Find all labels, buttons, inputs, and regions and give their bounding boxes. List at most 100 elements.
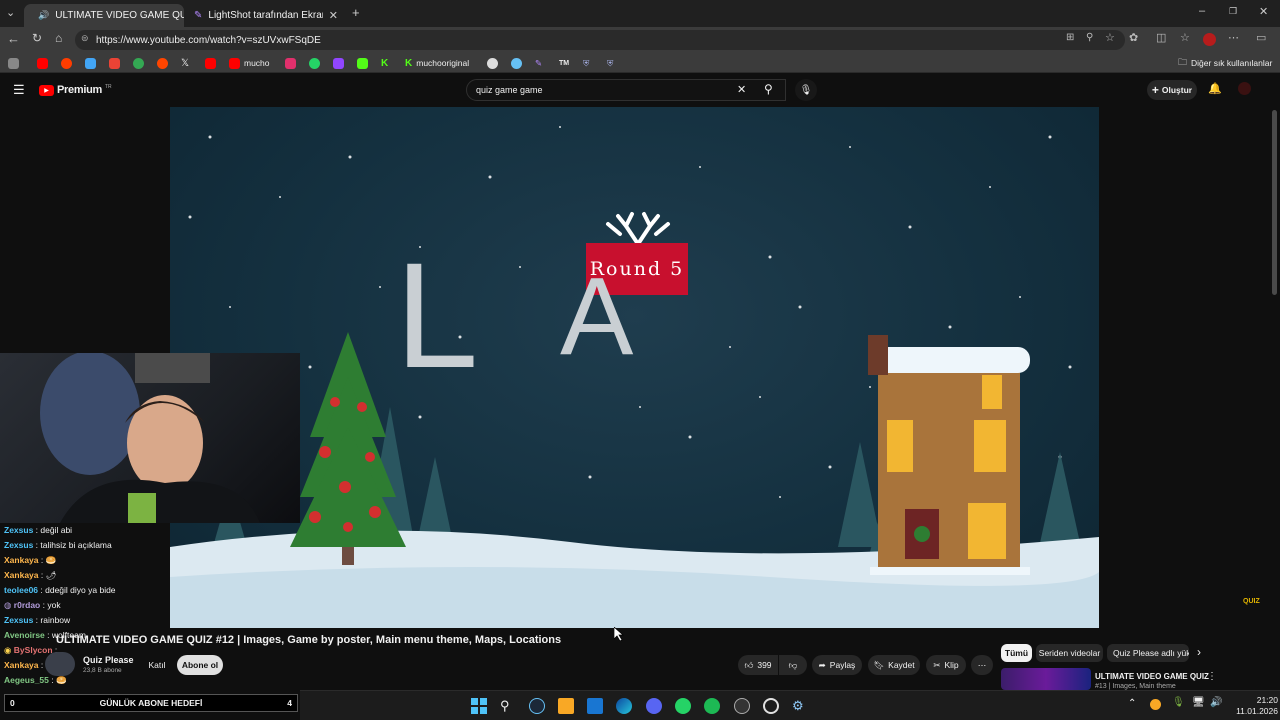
bookmark-item[interactable] <box>357 56 368 70</box>
video-player[interactable]: Round 5 L A QUIZ <box>170 107 1099 628</box>
network-icon[interactable]: 🖥 <box>1192 697 1205 708</box>
bookmark-item[interactable] <box>133 56 144 70</box>
tray-app-icon[interactable] <box>1150 699 1161 710</box>
bookmark-item[interactable] <box>333 56 344 70</box>
chip-uploads[interactable]: Quiz Please adlı yükle <box>1107 644 1189 662</box>
chatgpt-icon[interactable] <box>763 698 779 714</box>
notifications-bell-icon[interactable]: 🔔 <box>1208 82 1222 95</box>
bookmark-item[interactable] <box>37 56 48 70</box>
tab-youtube[interactable]: 🔊 ULTIMATE VIDEO GAME QUIZ ✕ <box>24 4 184 27</box>
like-count: 399 <box>757 660 772 670</box>
steam-icon[interactable] <box>529 698 545 714</box>
favorites-icon[interactable]: ☆ <box>1180 31 1190 44</box>
bookmark-item[interactable] <box>109 56 120 70</box>
favorite-star-icon[interactable]: ☆ <box>1105 31 1115 44</box>
profile-avatar-icon[interactable] <box>1203 33 1216 46</box>
system-clock[interactable]: 21:20 11.01.2026 <box>1228 695 1278 717</box>
bookmark-item[interactable] <box>511 56 522 70</box>
recommended-thumbnail[interactable] <box>1001 668 1091 690</box>
url-input[interactable]: ⊜ https://www.youtube.com/watch?v=szUVxw… <box>75 30 1125 50</box>
bookmark-item[interactable]: ✎ <box>535 56 542 70</box>
address-bar-row: ← ↻ ⌂ ⊜ https://www.youtube.com/watch?v=… <box>0 27 1280 53</box>
bookmark-item[interactable]: ⛨ <box>583 56 589 70</box>
more-icon: ⋯ <box>977 659 987 670</box>
bookmark-item[interactable]: ⛨ <box>607 56 613 70</box>
recommended-title[interactable]: ULTIMATE VIDEO GAME QUIZ <box>1095 672 1209 681</box>
badge-icon: ◉ <box>4 645 12 655</box>
bookmark-item[interactable] <box>309 56 320 70</box>
tab-list-chevron-icon[interactable]: ⌄ <box>6 6 15 19</box>
more-actions-button[interactable]: ⋯ <box>971 655 993 675</box>
folder-icon <box>8 57 19 69</box>
audio-icon[interactable]: 🔊 <box>38 10 49 21</box>
spotify-icon[interactable] <box>704 698 720 714</box>
clear-search-icon[interactable]: ✕ <box>737 83 746 96</box>
app-available-icon[interactable]: ⊞ <box>1066 32 1074 43</box>
bookmark-folder[interactable] <box>8 56 19 70</box>
refresh-icon[interactable]: ↻ <box>32 31 42 45</box>
like-button[interactable]: 👍︎ 399 <box>738 655 778 675</box>
chip-series[interactable]: Seriden videolar <box>1036 644 1103 662</box>
close-tab-icon[interactable]: ✕ <box>329 9 338 22</box>
home-icon[interactable]: ⌂ <box>55 31 62 45</box>
file-explorer-icon[interactable] <box>558 698 574 714</box>
close-window-icon[interactable]: ✕ <box>1259 5 1268 18</box>
clip-button[interactable]: ✂ Klip <box>926 655 966 675</box>
obs-icon[interactable] <box>734 698 750 714</box>
recommended-menu-icon[interactable]: ⋮ <box>1207 671 1217 682</box>
subscribe-button[interactable]: Abone ol <box>177 655 223 675</box>
sidebar-toggle-icon[interactable]: ▭ <box>1256 31 1266 44</box>
volume-icon[interactable]: 🔊 <box>1210 697 1222 708</box>
discord-icon[interactable] <box>646 698 662 714</box>
bookmark-item[interactable] <box>85 56 96 70</box>
microphone-icon[interactable]: 🎙 <box>1172 697 1185 708</box>
bookmark-mucho[interactable]: mucho <box>229 56 270 70</box>
bookmark-item[interactable] <box>61 56 72 70</box>
settings-gear-icon[interactable]: ⚙ <box>792 698 808 714</box>
account-avatar[interactable] <box>1238 82 1251 95</box>
dislike-button[interactable]: 👎︎ <box>779 655 807 675</box>
tab-title: ULTIMATE VIDEO GAME QUIZ <box>55 10 184 21</box>
channel-name[interactable]: Quiz Please <box>83 655 134 665</box>
page-scrollbar[interactable] <box>1272 110 1277 295</box>
search-icon[interactable]: ⚲ <box>500 698 516 714</box>
bookmark-item[interactable] <box>205 56 216 70</box>
split-screen-icon[interactable]: ◫ <box>1156 31 1166 44</box>
start-windows-icon[interactable] <box>471 698 487 714</box>
extensions-icon[interactable]: ✿ <box>1129 31 1138 44</box>
bookmark-item[interactable] <box>285 56 296 70</box>
tray-chevron-icon[interactable]: ⌃ <box>1128 698 1136 709</box>
chip-all[interactable]: Tümü <box>1001 644 1032 662</box>
youtube-logo[interactable]: ▶ Premium TR <box>39 84 112 96</box>
tab-lightshot[interactable]: ✎ LightShot tarafından Ekran Görünt ✕ <box>186 4 346 27</box>
other-bookmarks[interactable]: 🗀 Diğer sık kullanılanlar <box>1178 56 1272 70</box>
edge-icon[interactable] <box>616 698 632 714</box>
bookmark-item[interactable] <box>487 56 498 70</box>
create-button[interactable]: + Oluştur <box>1147 80 1197 100</box>
site-info-icon[interactable]: ⊜ <box>81 33 89 44</box>
whatsapp-icon[interactable] <box>675 698 691 714</box>
more-menu-icon[interactable]: ⋯ <box>1228 31 1239 44</box>
zoom-icon[interactable]: ⚲ <box>1086 32 1093 43</box>
bookmark-tm[interactable]: TM <box>559 56 569 70</box>
store-icon[interactable] <box>587 698 603 714</box>
voice-search-icon[interactable]: 🎙 <box>795 79 817 101</box>
search-button[interactable]: ⚲ <box>756 79 786 101</box>
bookmark-muchooriginal[interactable]: Kmuchooriginal <box>405 56 469 70</box>
join-button[interactable]: Katıl <box>143 655 171 675</box>
new-tab-icon[interactable]: + <box>352 5 360 20</box>
minimize-icon[interactable]: – <box>1199 5 1205 17</box>
search-input[interactable]: quiz game game ✕ <box>466 79 786 101</box>
hamburger-menu-icon[interactable]: ☰ <box>13 82 25 98</box>
back-icon[interactable]: ← <box>7 31 20 46</box>
hint-letter: A <box>560 255 634 378</box>
chevron-right-icon[interactable]: › <box>1197 645 1201 659</box>
maximize-icon[interactable]: ❐ <box>1229 6 1237 17</box>
bookmark-item[interactable]: 𝕏 <box>181 56 189 70</box>
logo-region: TR <box>104 84 112 90</box>
share-button[interactable]: ➦ Paylaş <box>812 655 862 675</box>
channel-avatar[interactable] <box>45 652 75 676</box>
bookmark-item[interactable]: K <box>381 56 388 70</box>
save-button[interactable]: 🔖︎ Kaydet <box>868 655 920 675</box>
bookmark-item[interactable] <box>157 56 168 70</box>
